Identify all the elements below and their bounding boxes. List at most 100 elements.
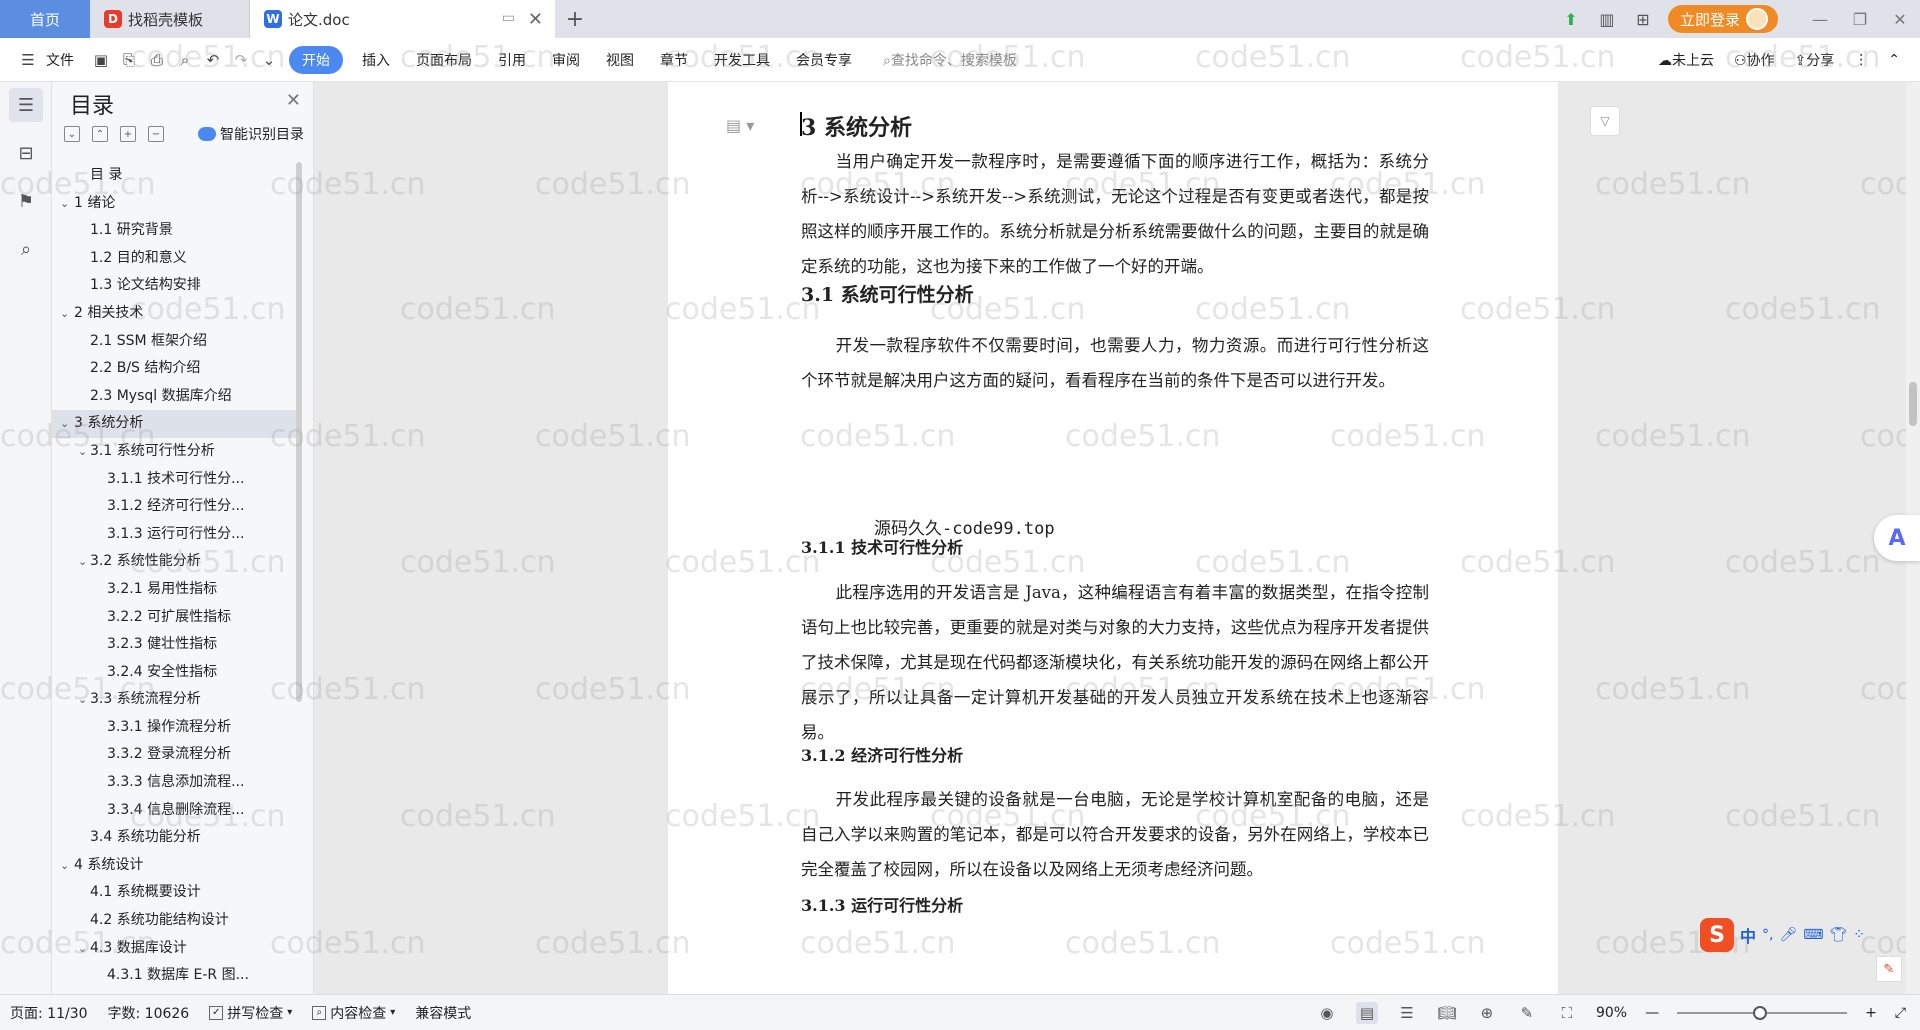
toc-icon[interactable]: ☰ [9,88,43,122]
command-search[interactable]: ⌕查找命令、搜索模板 [883,50,1017,70]
more-icon[interactable]: ⋮ [1854,52,1868,68]
toc-item[interactable]: 3.3.2 登录流程分析 [52,741,297,769]
save-icon[interactable]: ▣ [89,48,113,72]
menu-insert[interactable]: 插入 [349,50,403,70]
menu-reference[interactable]: 引用 [485,50,539,70]
write-mode-icon[interactable]: ✎ [1516,1002,1538,1024]
monitor-icon[interactable]: ▭ [502,10,515,26]
zoom-in-icon[interactable]: + [1865,1005,1877,1021]
toc-item[interactable]: 4.2 系统功能结构设计 [52,907,297,935]
toc-scrollbar[interactable] [296,162,302,702]
toc-item[interactable]: 3.2.4 安全性指标 [52,659,297,687]
chevron-down-icon[interactable]: ⌄ [78,548,87,576]
minimize-icon[interactable]: — [1800,10,1840,29]
fit-page-icon[interactable]: ⛶ [1556,1002,1578,1024]
toc-item[interactable]: 1.2 目的和意义 [52,245,297,273]
word-count[interactable]: 字数: 10626 [98,1003,200,1023]
apps-icon[interactable]: ⁘ [1853,927,1865,943]
share-button[interactable]: ⇪分享 [1795,50,1835,70]
tab-home[interactable]: 首页 [0,0,90,38]
document-page[interactable]: ▤ ▾ 3 系统分析 当用户确定开发一款程序时，是需要遵循下面的顺序进行工作，概… [668,82,1558,994]
toc-item[interactable]: 3.2.3 健壮性指标 [52,631,297,659]
remove-heading-icon[interactable]: − [148,126,164,142]
menu-section[interactable]: 章节 [647,50,701,70]
doc-format-icon[interactable]: ▤ ▾ [726,116,754,135]
export-pdf-icon[interactable]: ⎘ [117,48,141,72]
toc-item[interactable]: 3.1.1 技术可行性分... [52,466,297,494]
toc-item[interactable]: 2.1 SSM 框架介绍 [52,328,297,356]
toc-item[interactable]: ⌄ 3.3 系统流程分析 [52,686,297,714]
undo-icon[interactable]: ↶ [201,48,225,72]
menu-view[interactable]: 视图 [593,50,647,70]
toc-item[interactable]: ⌄ 4 系统设计 [52,852,297,880]
smart-toc-button[interactable]: 智能识别目录 [198,124,304,144]
outline-view-icon[interactable]: ☰ [1396,1002,1418,1024]
chevron-down-icon[interactable]: ⌄ [78,438,87,466]
toc-item[interactable]: 1.3 论文结构安排 [52,272,297,300]
toc-item[interactable]: 3.4 系统功能分析 [52,824,297,852]
find-icon[interactable]: ⌕ [9,232,43,266]
punctuation-icon[interactable]: °, [1762,927,1773,943]
add-heading-icon[interactable]: + [120,126,136,142]
toc-item[interactable]: 3.1.2 经济可行性分... [52,493,297,521]
menu-member[interactable]: 会员专享 [783,50,865,70]
zoom-slider[interactable] [1677,1006,1848,1020]
close-tab-icon[interactable]: ✕ [528,9,543,30]
toc-item[interactable]: 目 录 [52,162,297,190]
page-indicator[interactable]: 页面: 11/30 [0,1003,98,1023]
menu-layout[interactable]: 页面布局 [403,50,485,70]
chevron-down-icon[interactable]: ⌄ [60,190,69,218]
menu-review[interactable]: 审阅 [539,50,593,70]
zoom-out-icon[interactable]: — [1645,1005,1659,1021]
apps-grid-icon[interactable]: ⊞ [1628,4,1658,34]
chevron-down-icon[interactable]: ⌄ [60,300,69,328]
toc-item[interactable]: 2.3 Mysql 数据库介绍 [52,383,297,411]
feedback-icon[interactable]: ✎ [1876,956,1902,982]
toc-item[interactable]: 3.3.4 信息删除流程... [52,797,297,825]
toc-item[interactable]: ⌄ 4.3 数据库设计 [52,935,297,963]
chevron-down-icon[interactable]: ⌄ [78,686,87,714]
content-check-button[interactable]: ⌕ 内容检查 ▾ [302,1003,405,1023]
toc-item[interactable]: ⌄ 3.2 系统性能分析 [52,548,297,576]
login-button[interactable]: 立即登录 [1667,5,1778,33]
zoom-slider-knob[interactable] [1753,1006,1768,1020]
redo-icon[interactable]: ↷ [229,48,253,72]
filter-icon[interactable]: ▽ [1590,106,1620,136]
toc-item[interactable]: ⌄ 3.1 系统可行性分析 [52,438,297,466]
print-icon[interactable]: ⎙ [145,48,169,72]
toc-item[interactable]: 4.1 系统概要设计 [52,879,297,907]
spell-check-button[interactable]: ✓ 拼写检查 ▾ [199,1003,302,1023]
zoom-level[interactable]: 90% [1596,1005,1627,1021]
toc-item[interactable]: ⌄ 3 系统分析 [52,410,297,438]
reading-view-icon[interactable]: 📖︎ [1436,1002,1458,1024]
toc-item[interactable]: 3.3.1 操作流程分析 [52,714,297,742]
web-view-icon[interactable]: ⊕ [1476,1002,1498,1024]
chevron-down-icon[interactable]: ⌄ [60,852,69,880]
close-icon[interactable]: ✕ [286,90,301,111]
fullscreen-icon[interactable]: ⤢ [1895,1005,1906,1021]
layout-icon[interactable]: ▥ [1592,4,1622,34]
toc-item[interactable]: ⌄ 1 绪论 [52,190,297,218]
print-preview-icon[interactable]: ⌕ [173,48,197,72]
menu-devtools[interactable]: 开发工具 [701,50,783,70]
collapse-ribbon-icon[interactable]: ⌃ [1888,52,1900,68]
bookmark-icon[interactable]: ⚑ [9,184,43,218]
toc-item[interactable]: 2.2 B/S 结构介绍 [52,355,297,383]
menu-file[interactable]: 文件 [42,50,87,70]
restore-icon[interactable]: ❐ [1840,10,1880,29]
cloud-button[interactable]: ☁未上云 [1658,50,1714,70]
chevron-down-icon[interactable]: ⌄ [60,410,69,438]
expand-all-icon[interactable]: ⌄ [64,126,80,142]
toc-item[interactable]: 3.2.1 易用性指标 [52,576,297,604]
toc-item[interactable]: ⌄ 2 相关技术 [52,300,297,328]
keyboard-icon[interactable]: ⌨ [1803,927,1823,943]
toc-item[interactable]: 1.1 研究背景 [52,217,297,245]
scroll-thumb[interactable] [1909,382,1917,426]
toc-item[interactable]: 3.2.2 可扩展性指标 [52,604,297,632]
toc-item[interactable]: 3.1.3 运行可行性分... [52,521,297,549]
new-tab-button[interactable]: + [555,0,595,38]
ime-language[interactable]: 中 [1740,923,1756,947]
collab-button[interactable]: ⚇协作 [1734,50,1775,70]
close-window-icon[interactable]: ✕ [1880,10,1920,29]
tab-document[interactable]: W 论文.doc ▭ ✕ [250,0,555,38]
